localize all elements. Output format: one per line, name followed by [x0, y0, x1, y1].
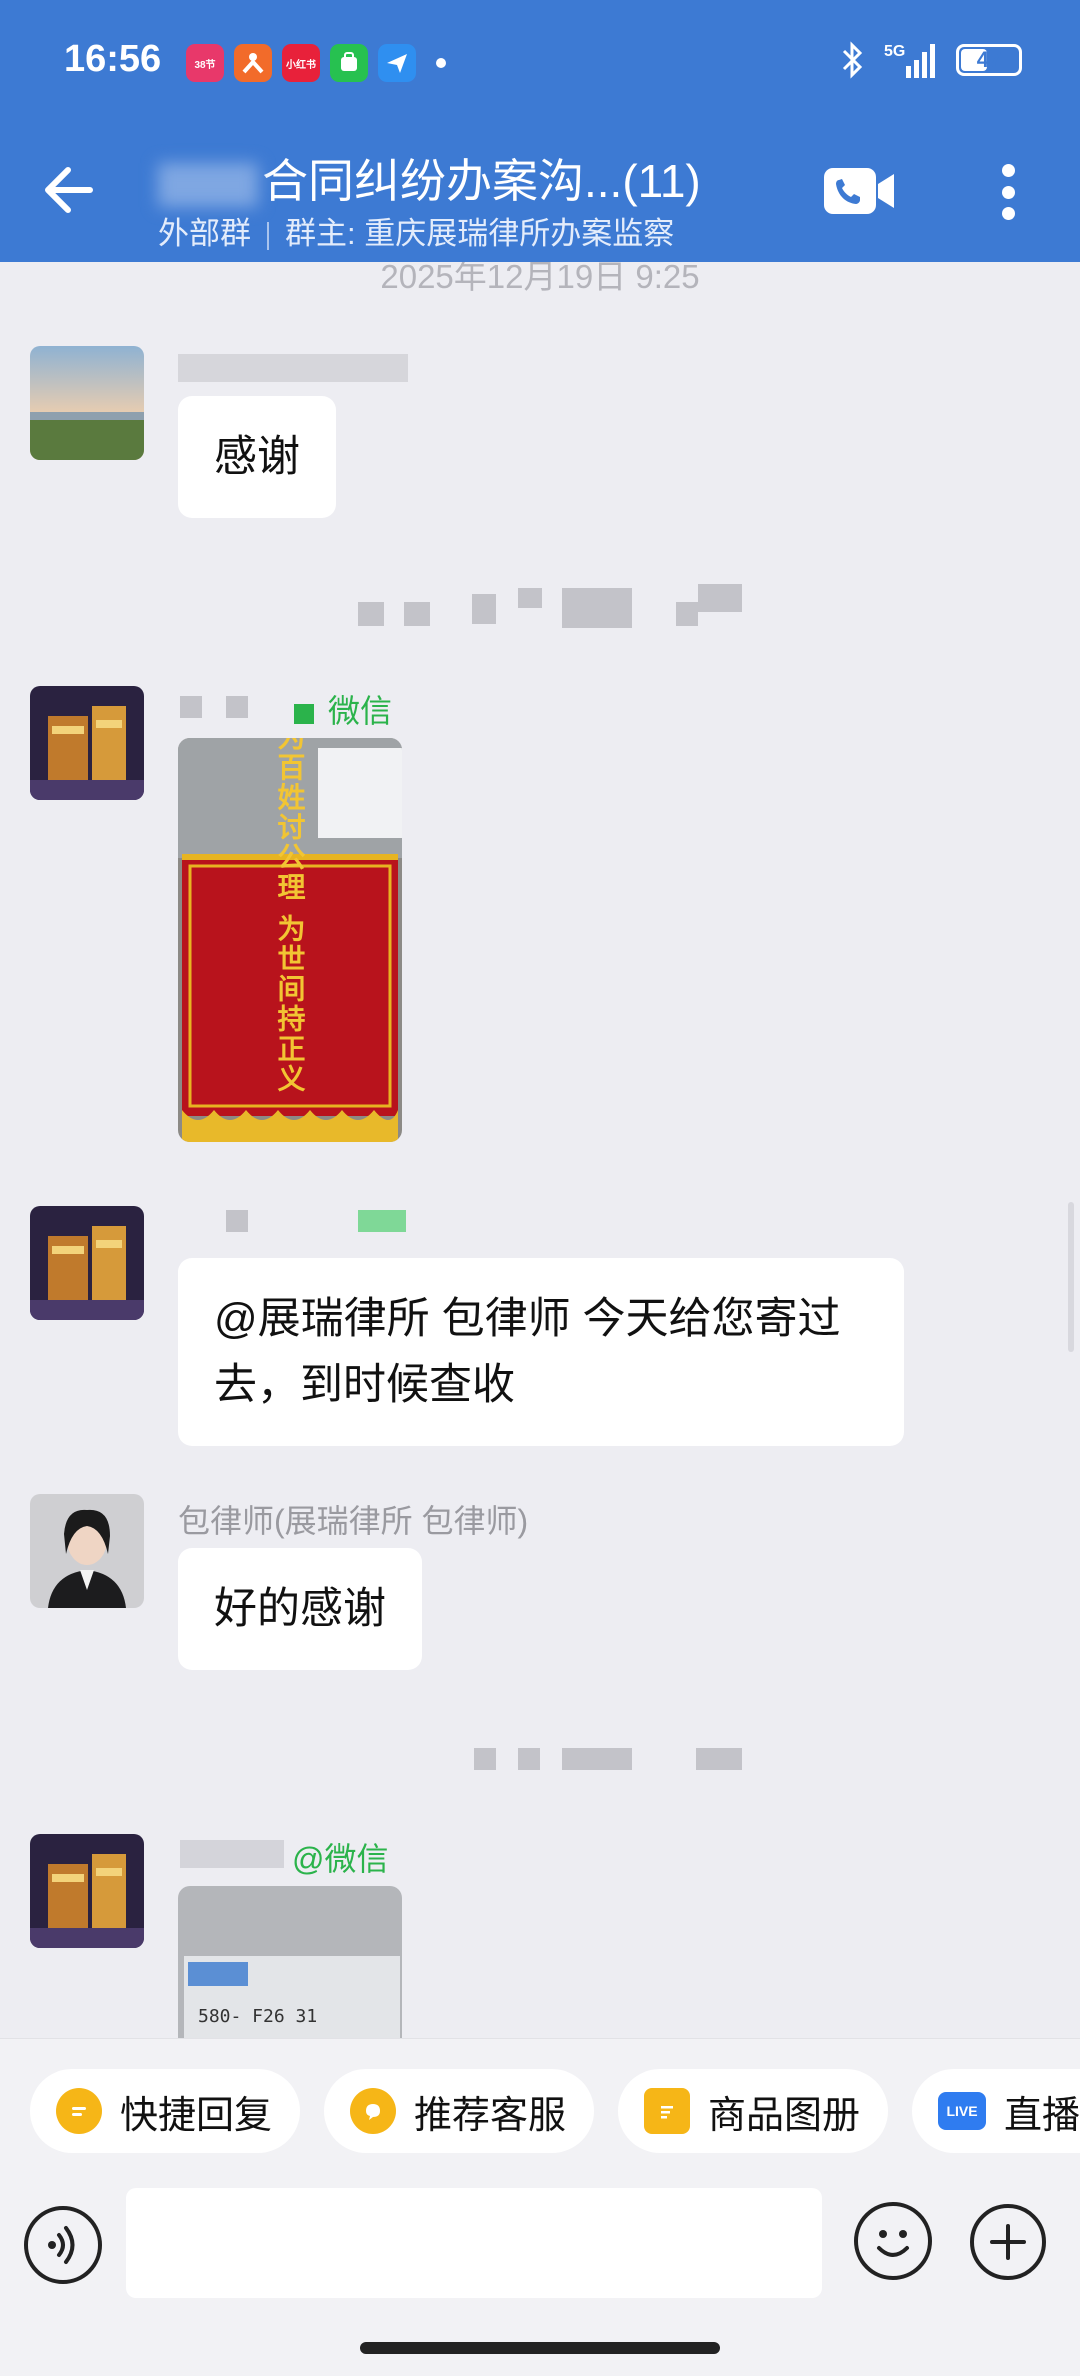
voice-icon — [48, 2226, 75, 2264]
back-button[interactable] — [38, 158, 102, 222]
video-call-button[interactable] — [822, 166, 896, 216]
avatar[interactable] — [30, 1834, 144, 1948]
chip-label: 直播 — [1004, 2094, 1080, 2137]
more-functions-button[interactable] — [970, 2204, 1046, 2280]
app-notification-icon: 38节 — [186, 44, 224, 82]
redacted-system-text — [698, 584, 742, 612]
redacted-system-text — [474, 1748, 496, 1770]
message-input-bar — [0, 2178, 1080, 2376]
message-timestamp: 2025年12月19日 9:25 — [380, 262, 700, 295]
avatar[interactable] — [30, 686, 144, 800]
video-call-icon — [824, 168, 894, 214]
chip-label: 商品图册 — [708, 2094, 861, 2137]
more-notifications-dot — [436, 58, 446, 68]
message-bubble[interactable]: 感谢 — [178, 396, 336, 518]
emoji-button[interactable] — [854, 2202, 932, 2280]
status-bar: 16:56 38节 小红书 5G 47 — [0, 0, 1080, 120]
redacted-system-text — [518, 588, 542, 608]
voice-input-button[interactable] — [24, 2206, 102, 2284]
redacted-system-text — [676, 602, 698, 626]
message-text: @展瑞律所 包律师 今天给您寄过去，到时候查收 — [214, 1295, 841, 1409]
live-icon: LIVE — [938, 2092, 986, 2130]
sender-name: @微信 — [292, 1841, 389, 1877]
back-arrow-icon — [45, 167, 93, 213]
product-album-icon — [644, 2088, 690, 2134]
signal-icon: 5G — [884, 43, 935, 78]
redacted-sender — [178, 354, 408, 382]
redacted-name — [158, 162, 258, 207]
banner-text: 为百姓讨公理 为世间持正义 — [274, 738, 307, 1094]
svg-text:580- F26 31: 580- F26 31 — [198, 2006, 317, 2027]
svg-text:5G: 5G — [884, 43, 905, 60]
more-options-button[interactable] — [990, 160, 1026, 224]
system-icons: 5G 47 — [840, 40, 1022, 80]
chat-header: 16:56 38节 小红书 5G 47 合同纠纷办案沟...(11) 外部群 群… — [0, 0, 1080, 262]
app-notification-icon — [234, 44, 272, 82]
message-text: 感谢 — [214, 433, 300, 481]
emoji-icon — [877, 2230, 909, 2257]
quick-actions-bar: 快捷回复 推荐客服 商品图册 LIVE 直播 — [0, 2038, 1080, 2178]
message-bubble[interactable]: 好的感谢 — [178, 1548, 422, 1670]
chip-label: 快捷回复 — [120, 2094, 273, 2137]
quick-reply-icon — [56, 2088, 102, 2134]
message-bubble[interactable]: @展瑞律所 包律师 今天给您寄过去，到时候查收 — [178, 1258, 904, 1446]
chat-messages[interactable]: 2025年12月19日 9:25 感谢 微信 为百姓讨公理 为世间持正义 @展瑞… — [0, 262, 1080, 2038]
recommend-service-icon — [350, 2088, 396, 2134]
battery-icon: 47 — [956, 44, 1022, 76]
message-input[interactable] — [126, 2188, 822, 2298]
plus-icon — [990, 2224, 1026, 2260]
redacted-system-text — [404, 602, 430, 626]
redacted-system-text — [696, 1748, 742, 1770]
chip-label: 推荐客服 — [414, 2094, 567, 2137]
redacted-system-text — [562, 1748, 632, 1770]
scroll-indicator[interactable] — [1068, 1202, 1074, 1352]
image-message[interactable]: 580- F26 31 — [178, 1886, 402, 2038]
more-icon — [1001, 164, 1015, 177]
avatar[interactable] — [30, 346, 144, 460]
redacted-system-text — [358, 602, 384, 626]
redacted-sender — [180, 696, 202, 718]
quick-reply-chip[interactable]: 快捷回复 — [30, 2069, 301, 2153]
redacted-sender — [226, 696, 248, 718]
redacted-sender — [226, 1210, 248, 1232]
product-album-chip[interactable]: 商品图册 — [618, 2069, 889, 2153]
app-notification-icon: 小红书 — [282, 44, 320, 82]
image-message[interactable]: 为百姓讨公理 为世间持正义 — [178, 738, 402, 1142]
sender-name: 包律师(展瑞律所 包律师) — [178, 1503, 529, 1539]
recommend-service-chip[interactable]: 推荐客服 — [324, 2069, 595, 2153]
redacted-sender — [358, 1210, 406, 1232]
group-title[interactable]: 合同纠纷办案沟...(11) — [158, 145, 701, 211]
avatar[interactable] — [30, 1206, 144, 1320]
group-owner-label: 群主: 重庆展瑞律所办案监察 — [285, 216, 675, 251]
redacted-system-text — [562, 588, 632, 628]
redacted-system-text — [472, 594, 496, 624]
lawyer-avatar[interactable] — [30, 1494, 144, 1608]
notification-icons: 38节 小红书 — [186, 44, 446, 82]
bluetooth-icon — [842, 41, 863, 79]
sender-name: 微信 — [294, 686, 392, 732]
home-indicator[interactable] — [360, 2342, 720, 2354]
group-type-label: 外部群 — [158, 216, 251, 251]
app-notification-icon — [378, 44, 416, 82]
live-chip[interactable]: LIVE 直播 — [912, 2069, 1080, 2153]
redacted-sender — [180, 1840, 284, 1868]
app-notification-icon — [330, 44, 368, 82]
message-text: 好的感谢 — [214, 1585, 386, 1633]
group-subtitle: 外部群 群主: 重庆展瑞律所办案监察 — [158, 208, 674, 253]
redacted-system-text — [518, 1748, 540, 1770]
status-time: 16:56 — [64, 38, 162, 80]
